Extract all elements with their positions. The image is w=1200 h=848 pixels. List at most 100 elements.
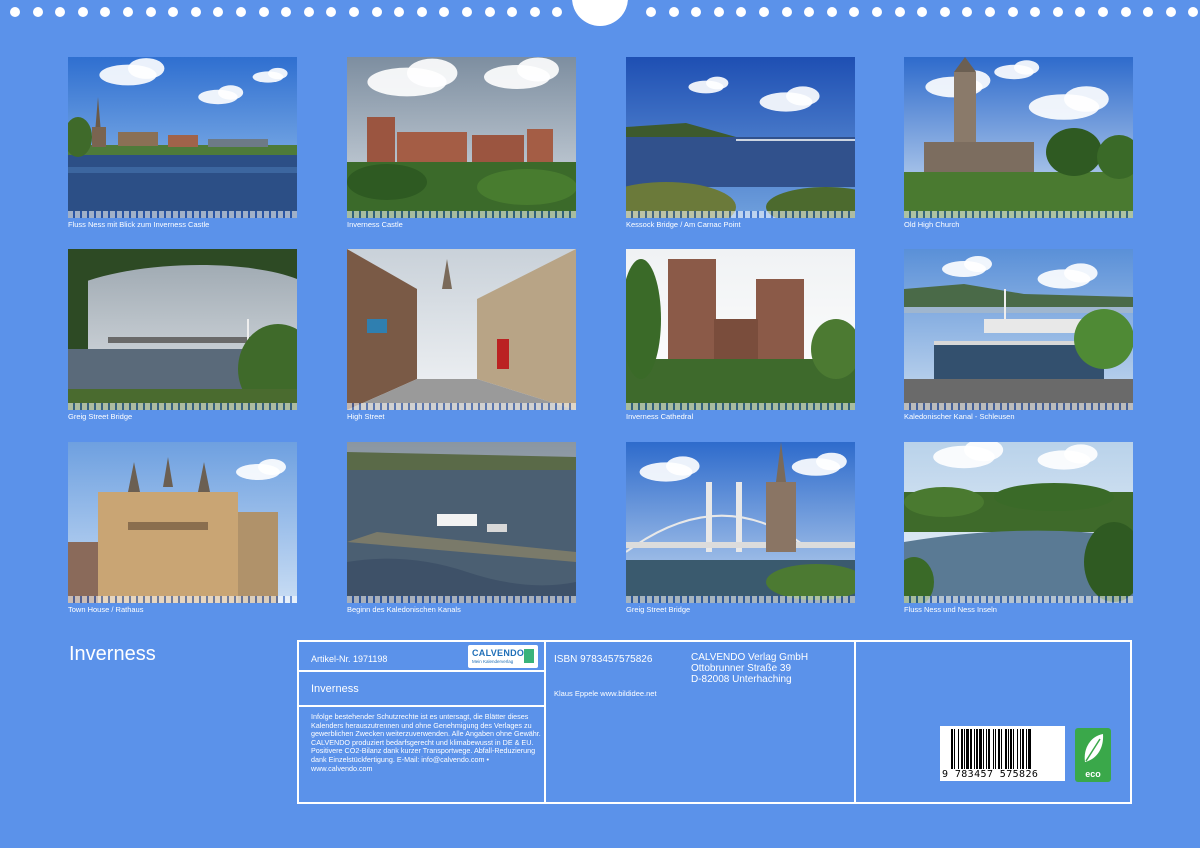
calendar-tile: Inverness Castle bbox=[347, 57, 576, 233]
binding-hole bbox=[646, 7, 656, 17]
binding-hole bbox=[485, 7, 495, 17]
binding-hole bbox=[917, 7, 927, 17]
calendar-tile: Kaledonischer Kanal - Schleusen bbox=[904, 249, 1133, 425]
photo-caption: Fluss Ness und Ness Inseln bbox=[904, 605, 997, 614]
binding-hole bbox=[759, 7, 769, 17]
month-day-strip bbox=[68, 596, 297, 603]
binding-hole bbox=[714, 7, 724, 17]
binding-hole bbox=[191, 7, 201, 17]
month-day-strip bbox=[904, 596, 1133, 603]
month-photo bbox=[904, 57, 1133, 218]
eco-label: eco bbox=[1085, 769, 1101, 779]
month-photo bbox=[347, 442, 576, 603]
month-photo bbox=[626, 249, 855, 410]
binding-hole bbox=[78, 7, 88, 17]
binding-hole bbox=[736, 7, 746, 17]
month-photo bbox=[626, 57, 855, 218]
binding-hole bbox=[326, 7, 336, 17]
calendar-tile: High Street bbox=[347, 249, 576, 425]
calendar-title: Inverness bbox=[311, 683, 359, 695]
calendar-tile: Kessock Bridge / Am Carnac Point bbox=[626, 57, 855, 233]
binding-hole bbox=[372, 7, 382, 17]
binding-hole bbox=[55, 7, 65, 17]
month-day-strip bbox=[68, 403, 297, 410]
binding-hole bbox=[804, 7, 814, 17]
barcode-bars bbox=[951, 729, 1031, 769]
binding-hole bbox=[669, 7, 679, 17]
binding-hole bbox=[1098, 7, 1108, 17]
month-day-strip bbox=[904, 403, 1133, 410]
month-day-strip bbox=[626, 211, 855, 218]
leaf-icon bbox=[1084, 734, 1104, 762]
binding-hole bbox=[827, 7, 837, 17]
photo-caption: Greig Street Bridge bbox=[626, 605, 691, 614]
photo-caption: Inverness Cathedral bbox=[626, 412, 694, 421]
binding-hole bbox=[940, 7, 950, 17]
binding-hole bbox=[849, 7, 859, 17]
isbn: ISBN 9783457575826 bbox=[554, 654, 653, 665]
calvendo-logo-sub: Mein Kalenderverlag bbox=[472, 659, 514, 664]
barcode: 9 783457 575826 bbox=[940, 726, 1065, 781]
binding-hole bbox=[1008, 7, 1018, 17]
page-title: Inverness bbox=[69, 643, 156, 665]
calvendo-logo-name: CALVENDO bbox=[472, 648, 525, 658]
binding-hole bbox=[146, 7, 156, 17]
binding-hole bbox=[507, 7, 517, 17]
binding-hole bbox=[782, 7, 792, 17]
binding-hole bbox=[123, 7, 133, 17]
binding-hole bbox=[349, 7, 359, 17]
binding-hole bbox=[281, 7, 291, 17]
month-day-strip bbox=[347, 596, 576, 603]
calendar-tile: Greig Street Bridge bbox=[626, 442, 855, 618]
legal-notice: Infolge bestehender Schutzrechte ist es … bbox=[311, 712, 541, 773]
month-photo bbox=[68, 442, 297, 603]
calvendo-logo: CALVENDO Mein Kalenderverlag bbox=[468, 645, 538, 668]
info-divider-h1 bbox=[299, 670, 544, 672]
publisher-line-1: CALVENDO Verlag GmbH bbox=[691, 652, 809, 663]
info-divider-1 bbox=[544, 642, 546, 802]
binding-hole bbox=[895, 7, 905, 17]
calendar-tile: Fluss Ness und Ness Inseln bbox=[904, 442, 1133, 618]
month-photo bbox=[904, 442, 1133, 603]
month-photo bbox=[347, 57, 576, 218]
binding-hole bbox=[33, 7, 43, 17]
binding-hole bbox=[1121, 7, 1131, 17]
month-photo bbox=[68, 249, 297, 410]
author: Klaus Eppele www.bildidee.net bbox=[554, 689, 657, 698]
photo-caption: High Street bbox=[347, 412, 385, 421]
binding-hole bbox=[985, 7, 995, 17]
calendar-tile: Greig Street Bridge bbox=[68, 249, 297, 425]
photo-caption: Kessock Bridge / Am Carnac Point bbox=[626, 220, 741, 229]
binding-hole bbox=[1053, 7, 1063, 17]
binding-hole bbox=[1143, 7, 1153, 17]
binding-hole bbox=[1030, 7, 1040, 17]
binding-hole bbox=[304, 7, 314, 17]
binding-hole bbox=[417, 7, 427, 17]
month-photo bbox=[626, 442, 855, 603]
binding-hole bbox=[691, 7, 701, 17]
binding-hole bbox=[872, 7, 882, 17]
publisher-line-2: Ottobrunner Straße 39 bbox=[691, 663, 792, 674]
calvendo-mark-icon bbox=[524, 649, 534, 663]
binding-hole bbox=[100, 7, 110, 17]
calendar-tile: Town House / Rathaus bbox=[68, 442, 297, 618]
month-day-strip bbox=[626, 596, 855, 603]
month-day-strip bbox=[626, 403, 855, 410]
photo-caption: Greig Street Bridge bbox=[68, 412, 133, 421]
binding-hole bbox=[530, 7, 540, 17]
binding-hole bbox=[10, 7, 20, 17]
photo-caption: Kaledonischer Kanal - Schleusen bbox=[904, 412, 1015, 421]
barcode-number: 9 783457 575826 bbox=[942, 769, 1039, 780]
calendar-tile: Old High Church bbox=[904, 57, 1133, 233]
binding-hole bbox=[1075, 7, 1085, 17]
photo-caption: Fluss Ness mit Blick zum Inverness Castl… bbox=[68, 220, 210, 229]
calendar-tile: Inverness Cathedral bbox=[626, 249, 855, 425]
month-photo bbox=[68, 57, 297, 218]
month-photo bbox=[347, 249, 576, 410]
month-day-strip bbox=[904, 211, 1133, 218]
publisher-line-3: D-82008 Unterhaching bbox=[691, 674, 792, 685]
photo-caption: Town House / Rathaus bbox=[68, 605, 144, 614]
info-divider-2 bbox=[854, 642, 856, 802]
info-box: Artikel-Nr. 1971198 CALVENDO Mein Kalend… bbox=[297, 640, 1132, 804]
photo-caption: Old High Church bbox=[904, 220, 960, 229]
